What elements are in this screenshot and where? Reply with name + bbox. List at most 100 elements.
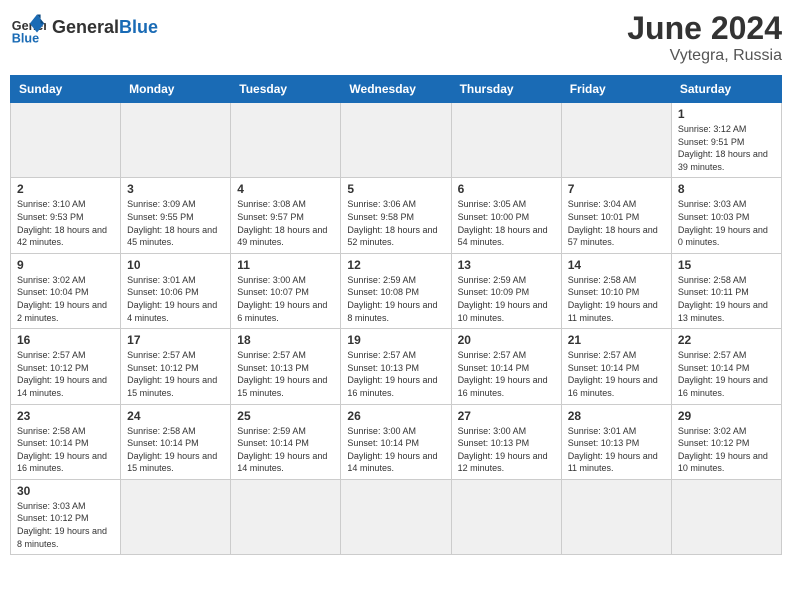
day-number: 18 xyxy=(237,333,334,347)
table-row: 22 Sunrise: 2:57 AM Sunset: 10:14 PM Dayl… xyxy=(671,329,781,404)
table-row xyxy=(451,103,561,178)
table-row: 25 Sunrise: 2:59 AM Sunset: 10:14 PM Dayl… xyxy=(231,404,341,479)
table-row: 29Sunrise: 3:02 AM Sunset: 10:12 PM Dayl… xyxy=(671,404,781,479)
weekday-thursday: Thursday xyxy=(451,76,561,103)
day-number: 4 xyxy=(237,182,334,196)
day-info: Sunrise: 3:02 AM Sunset: 10:04 PM Daylig… xyxy=(17,274,114,324)
day-info: Sunrise: 2:57 AM Sunset: 10:14 PM Daylig… xyxy=(678,349,775,399)
day-info: Sunrise: 3:03 AM Sunset: 10:12 PM Daylig… xyxy=(17,500,114,550)
day-info: Sunrise: 3:10 AM Sunset: 9:53 PM Dayligh… xyxy=(17,198,114,248)
day-number: 3 xyxy=(127,182,224,196)
table-row: 4 Sunrise: 3:08 AM Sunset: 9:57 PM Daylig… xyxy=(231,178,341,253)
table-row: 26 Sunrise: 3:00 AM Sunset: 10:14 PM Dayl… xyxy=(341,404,451,479)
day-number: 19 xyxy=(347,333,444,347)
day-info: Sunrise: 2:57 AM Sunset: 10:13 PM Daylig… xyxy=(347,349,444,399)
table-row: 27Sunrise: 3:00 AM Sunset: 10:13 PM Dayl… xyxy=(451,404,561,479)
page-header: General Blue GeneralBlue June 2024 Vyteg… xyxy=(10,10,782,65)
day-info: Sunrise: 3:00 AM Sunset: 10:14 PM Daylig… xyxy=(347,425,444,475)
day-number: 8 xyxy=(678,182,775,196)
table-row xyxy=(671,479,781,554)
table-row: 7Sunrise: 3:04 AM Sunset: 10:01 PM Dayli… xyxy=(561,178,671,253)
table-row: 11Sunrise: 3:00 AM Sunset: 10:07 PM Dayl… xyxy=(231,253,341,328)
day-number: 10 xyxy=(127,258,224,272)
day-number: 22 xyxy=(678,333,775,347)
day-number: 13 xyxy=(458,258,555,272)
table-row: 19 Sunrise: 2:57 AM Sunset: 10:13 PM Dayl… xyxy=(341,329,451,404)
table-row: 21 Sunrise: 2:57 AM Sunset: 10:14 PM Dayl… xyxy=(561,329,671,404)
calendar-table: Sunday Monday Tuesday Wednesday Thursday… xyxy=(10,75,782,555)
calendar-title: June 2024 xyxy=(627,10,782,47)
day-info: Sunrise: 2:57 AM Sunset: 10:14 PM Daylig… xyxy=(458,349,555,399)
table-row xyxy=(231,479,341,554)
day-number: 15 xyxy=(678,258,775,272)
day-number: 1 xyxy=(678,107,775,121)
table-row xyxy=(561,479,671,554)
table-row: 18 Sunrise: 2:57 AM Sunset: 10:13 PM Dayl… xyxy=(231,329,341,404)
weekday-wednesday: Wednesday xyxy=(341,76,451,103)
table-row: 23Sunrise: 2:58 AM Sunset: 10:14 PM Dayl… xyxy=(11,404,121,479)
table-row xyxy=(11,103,121,178)
table-row: 8Sunrise: 3:03 AM Sunset: 10:03 PM Dayli… xyxy=(671,178,781,253)
day-number: 2 xyxy=(17,182,114,196)
logo-icon: General Blue xyxy=(10,10,46,46)
day-info: Sunrise: 2:58 AM Sunset: 10:11 PM Daylig… xyxy=(678,274,775,324)
day-number: 26 xyxy=(347,409,444,423)
day-number: 7 xyxy=(568,182,665,196)
title-block: June 2024 Vytegra, Russia xyxy=(627,10,782,65)
weekday-sunday: Sunday xyxy=(11,76,121,103)
day-number: 16 xyxy=(17,333,114,347)
table-row xyxy=(341,479,451,554)
day-info: Sunrise: 2:57 AM Sunset: 10:13 PM Daylig… xyxy=(237,349,334,399)
day-info: Sunrise: 3:01 AM Sunset: 10:13 PM Daylig… xyxy=(568,425,665,475)
calendar-week-row: 1 Sunrise: 3:12 AM Sunset: 9:51 PM Daylig… xyxy=(11,103,782,178)
table-row: 28Sunrise: 3:01 AM Sunset: 10:13 PM Dayl… xyxy=(561,404,671,479)
table-row: 20Sunrise: 2:57 AM Sunset: 10:14 PM Dayl… xyxy=(451,329,561,404)
day-info: Sunrise: 3:01 AM Sunset: 10:06 PM Daylig… xyxy=(127,274,224,324)
day-number: 27 xyxy=(458,409,555,423)
day-info: Sunrise: 3:08 AM Sunset: 9:57 PM Dayligh… xyxy=(237,198,334,248)
calendar-week-row: 30 Sunrise: 3:03 AM Sunset: 10:12 PM Dayl… xyxy=(11,479,782,554)
table-row: 1 Sunrise: 3:12 AM Sunset: 9:51 PM Daylig… xyxy=(671,103,781,178)
calendar-week-row: 2 Sunrise: 3:10 AM Sunset: 9:53 PM Daylig… xyxy=(11,178,782,253)
day-info: Sunrise: 3:02 AM Sunset: 10:12 PM Daylig… xyxy=(678,425,775,475)
table-row: 16Sunrise: 2:57 AM Sunset: 10:12 PM Dayl… xyxy=(11,329,121,404)
table-row: 24Sunrise: 2:58 AM Sunset: 10:14 PM Dayl… xyxy=(121,404,231,479)
day-info: Sunrise: 2:58 AM Sunset: 10:10 PM Daylig… xyxy=(568,274,665,324)
table-row: 6Sunrise: 3:05 AM Sunset: 10:00 PM Dayli… xyxy=(451,178,561,253)
table-row: 13Sunrise: 2:59 AM Sunset: 10:09 PM Dayl… xyxy=(451,253,561,328)
svg-text:Blue: Blue xyxy=(12,31,39,45)
table-row: 17 Sunrise: 2:57 AM Sunset: 10:12 PM Dayl… xyxy=(121,329,231,404)
day-number: 9 xyxy=(17,258,114,272)
table-row xyxy=(231,103,341,178)
calendar-week-row: 23 Sunrise: 2:58 AM Sunset: 10:14 PM Dayl… xyxy=(11,404,782,479)
day-info: Sunrise: 2:58 AM Sunset: 10:14 PM Daylig… xyxy=(127,425,224,475)
day-number: 6 xyxy=(458,182,555,196)
table-row xyxy=(561,103,671,178)
table-row: 9 Sunrise: 3:02 AM Sunset: 10:04 PM Dayli… xyxy=(11,253,121,328)
day-info: Sunrise: 2:59 AM Sunset: 10:14 PM Daylig… xyxy=(237,425,334,475)
day-info: Sunrise: 2:57 AM Sunset: 10:12 PM Daylig… xyxy=(127,349,224,399)
table-row: 3 Sunrise: 3:09 AM Sunset: 9:55 PM Daylig… xyxy=(121,178,231,253)
day-number: 17 xyxy=(127,333,224,347)
table-row: 14 Sunrise: 2:58 AM Sunset: 10:10 PM Dayl… xyxy=(561,253,671,328)
table-row: 10 Sunrise: 3:01 AM Sunset: 10:06 PM Dayl… xyxy=(121,253,231,328)
table-row: 12 Sunrise: 2:59 AM Sunset: 10:08 PM Dayl… xyxy=(341,253,451,328)
table-row xyxy=(121,103,231,178)
day-number: 12 xyxy=(347,258,444,272)
day-number: 14 xyxy=(568,258,665,272)
day-info: Sunrise: 3:09 AM Sunset: 9:55 PM Dayligh… xyxy=(127,198,224,248)
calendar-week-row: 9 Sunrise: 3:02 AM Sunset: 10:04 PM Dayli… xyxy=(11,253,782,328)
weekday-tuesday: Tuesday xyxy=(231,76,341,103)
day-number: 11 xyxy=(237,258,334,272)
day-info: Sunrise: 3:06 AM Sunset: 9:58 PM Dayligh… xyxy=(347,198,444,248)
day-number: 21 xyxy=(568,333,665,347)
day-info: Sunrise: 2:59 AM Sunset: 10:08 PM Daylig… xyxy=(347,274,444,324)
calendar-location: Vytegra, Russia xyxy=(627,47,782,65)
day-number: 30 xyxy=(17,484,114,498)
weekday-monday: Monday xyxy=(121,76,231,103)
day-info: Sunrise: 2:57 AM Sunset: 10:14 PM Daylig… xyxy=(568,349,665,399)
day-number: 25 xyxy=(237,409,334,423)
day-info: Sunrise: 3:12 AM Sunset: 9:51 PM Dayligh… xyxy=(678,123,775,173)
day-number: 23 xyxy=(17,409,114,423)
table-row: 15 Sunrise: 2:58 AM Sunset: 10:11 PM Dayl… xyxy=(671,253,781,328)
